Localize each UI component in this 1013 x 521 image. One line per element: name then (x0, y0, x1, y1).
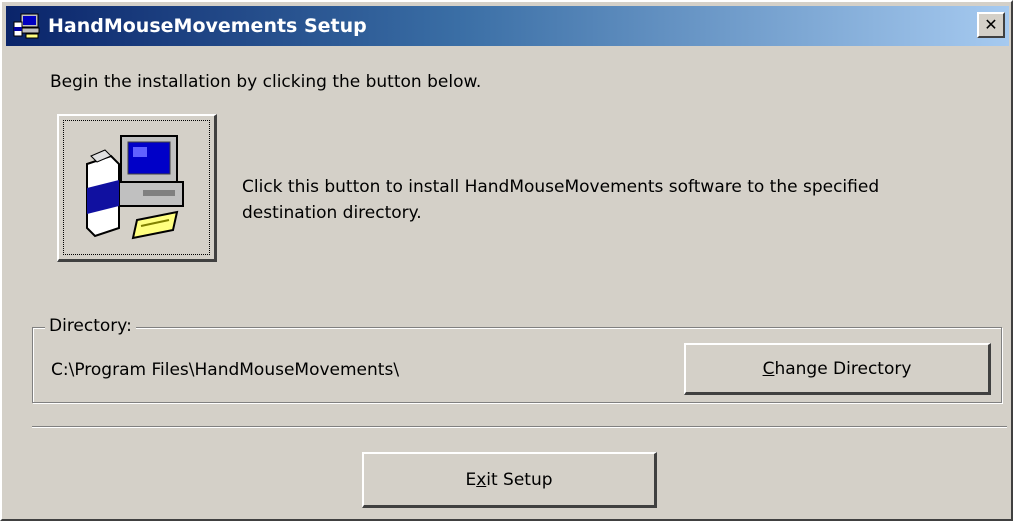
change-directory-label: hange Directory (774, 358, 912, 379)
window-title: HandMouseMovements Setup (48, 15, 367, 37)
close-button[interactable]: ✕ (977, 12, 1005, 38)
close-icon: ✕ (984, 15, 998, 34)
install-button[interactable] (57, 114, 217, 262)
exit-label-mnemonic: x (476, 469, 487, 490)
exit-label-after: it Setup (486, 469, 553, 490)
directory-group: Directory: C:\Program Files\HandMouseMov… (32, 316, 1002, 403)
exit-setup-button[interactable]: Ex it Setup (362, 452, 657, 508)
directory-label: Directory: (45, 316, 136, 336)
title-bar[interactable]: HandMouseMovements Setup ✕ (6, 6, 1009, 46)
install-description: Click this button to install HandMouseMo… (242, 177, 880, 223)
exit-label-before: E (465, 469, 477, 490)
setup-computer-icon (86, 135, 184, 240)
separator (32, 426, 1007, 428)
intro-text: Begin the installation by clicking the b… (50, 72, 482, 92)
setup-computer-icon (13, 13, 40, 39)
setup-window: HandMouseMovements Setup ✕ Begin the ins… (0, 0, 1013, 521)
directory-path: C:\Program Files\HandMouseMovements\ (51, 360, 400, 380)
change-directory-button[interactable]: Change Directory (684, 343, 991, 395)
change-directory-mnemonic: C (762, 358, 775, 379)
